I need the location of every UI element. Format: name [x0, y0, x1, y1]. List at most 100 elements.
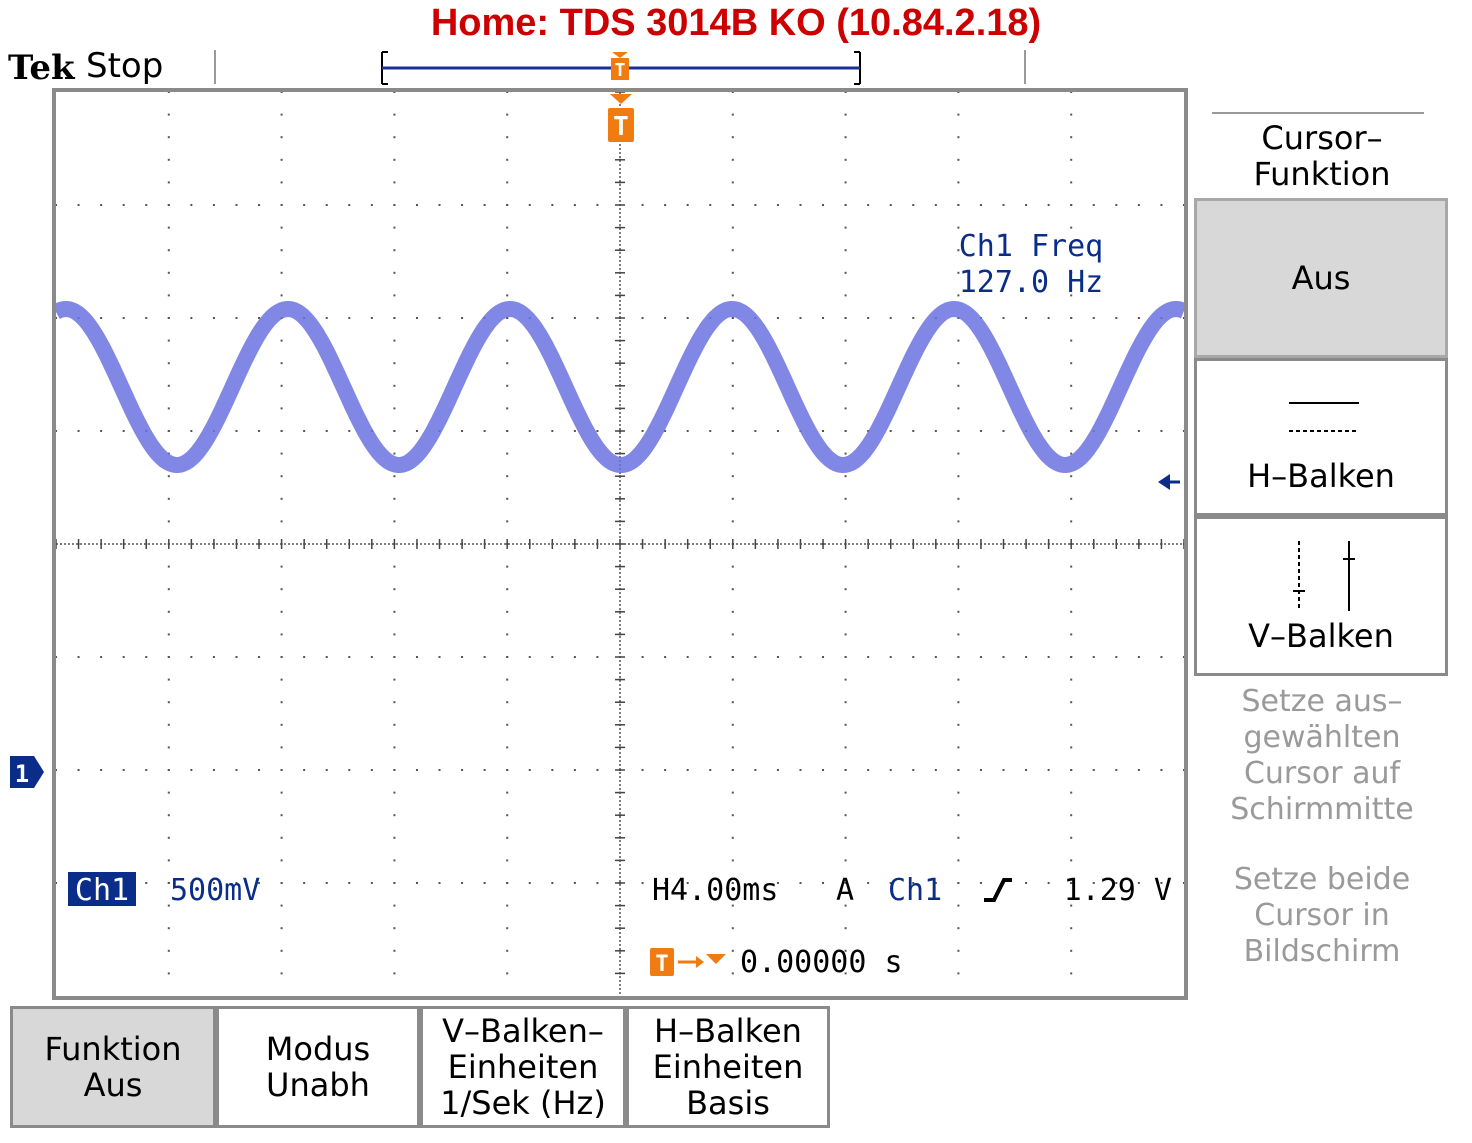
graticule-dot — [1115, 317, 1118, 319]
graticule-dot — [957, 972, 960, 975]
graticule-dot — [844, 384, 847, 387]
graticule-dot — [957, 339, 960, 342]
graticule-dot — [867, 656, 870, 658]
graticule-dot — [641, 204, 644, 206]
graticule-dot — [912, 204, 915, 206]
mode-independent-button[interactable]: Modus Unabh — [216, 1006, 420, 1128]
graticule-dot — [348, 656, 351, 658]
graticule-dot — [686, 430, 689, 432]
graticule-dot — [844, 475, 847, 478]
graticule-dot — [145, 204, 148, 206]
graticule-dot — [1070, 633, 1073, 636]
graticule-dot — [844, 181, 847, 184]
graticule-dot — [393, 362, 396, 365]
graticule-dot — [957, 949, 960, 952]
graticule-dot — [506, 565, 509, 568]
graticule-dot — [844, 678, 847, 681]
graticule-dot — [461, 317, 464, 319]
graticule-dot — [280, 701, 283, 704]
graticule-dot — [393, 882, 396, 884]
graticule-dot — [596, 656, 599, 658]
graticule-dot — [731, 271, 734, 274]
graticule-dot — [325, 882, 328, 884]
graticule-dot — [528, 769, 531, 771]
graticule-dot — [506, 452, 509, 455]
graticule-dot — [844, 136, 847, 139]
graticule-dot — [167, 746, 170, 749]
graticule-dot — [167, 633, 170, 636]
graticule-dot — [731, 656, 734, 658]
graticule-dot — [844, 927, 847, 930]
graticule-dot — [776, 317, 779, 319]
graticule-dot — [393, 836, 396, 839]
graticule-dot — [889, 317, 892, 319]
graticule-dot — [844, 656, 847, 658]
v-bars-button[interactable]: V–Balken — [1194, 516, 1448, 676]
waveform-display[interactable]: T Ch1 Freq 127.0 Hz Ch1 500mV H4.00ms A … — [56, 92, 1184, 996]
graticule-dot — [167, 384, 170, 387]
h-bars-button[interactable]: H–Balken — [1194, 358, 1448, 516]
measurement-value: 127.0 Hz — [959, 265, 1104, 300]
graticule-dot — [979, 430, 982, 432]
graticule-dot — [776, 430, 779, 432]
trigger-mode: A — [836, 873, 854, 908]
graticule-dot — [1070, 972, 1073, 975]
graticule-dot — [1092, 656, 1095, 658]
graticule-dot — [506, 407, 509, 410]
graticule-dot — [979, 882, 982, 884]
graticule-dot — [664, 769, 667, 771]
graticule-dot — [1137, 317, 1140, 319]
graticule-dot — [889, 204, 892, 206]
graticule-dot — [641, 430, 644, 432]
graticule-dot — [483, 430, 486, 432]
graticule-dot — [415, 656, 418, 658]
graticule-dot — [844, 565, 847, 568]
graticule-dot — [889, 656, 892, 658]
svg-text:T: T — [615, 60, 626, 81]
graticule-dot — [393, 158, 396, 161]
v-bar-units-button[interactable]: V–Balken– Einheiten 1/Sek (Hz) — [420, 1006, 626, 1128]
graticule-dot — [731, 339, 734, 342]
graticule-dot — [280, 407, 283, 410]
bottom-button-line: H–Balken — [654, 1012, 802, 1050]
graticule-dot — [844, 113, 847, 116]
graticule-dot — [393, 384, 396, 387]
graticule-dot — [1115, 656, 1118, 658]
bottom-button-line: Einheiten — [652, 1048, 804, 1086]
graticule-dot — [867, 769, 870, 771]
graticule-dot — [731, 113, 734, 116]
graticule-dot — [167, 92, 170, 93]
function-off-button[interactable]: Funktion Aus — [10, 1006, 216, 1128]
trigger-source: Ch1 — [888, 873, 942, 908]
ch1-ground-marker-icon[interactable]: 1 — [8, 754, 58, 794]
graticule-dot — [1025, 204, 1028, 206]
graticule-dot — [280, 430, 283, 432]
graticule-dot — [754, 769, 757, 771]
graticule-dot — [303, 882, 306, 884]
graticule-dot — [731, 633, 734, 636]
graticule-dot — [393, 859, 396, 862]
graticule-dot — [506, 294, 509, 297]
graticule-dot — [145, 882, 148, 884]
graticule-dot — [280, 769, 283, 771]
graticule-dot — [100, 769, 103, 771]
graticule-dot — [1160, 769, 1163, 771]
graticule-dot — [280, 949, 283, 952]
graticule-dot — [393, 430, 396, 432]
cursor-off-button[interactable]: Aus — [1194, 198, 1448, 358]
h-bar-units-button[interactable]: H–Balken Einheiten Basis — [626, 1006, 830, 1128]
graticule-dot — [393, 204, 396, 206]
graticule-dot — [1070, 136, 1073, 139]
graticule-dot — [709, 430, 712, 432]
graticule-dot — [325, 317, 328, 319]
graticule-dot — [867, 882, 870, 884]
graticule-dot — [506, 113, 509, 116]
graticule-dot — [348, 430, 351, 432]
graticule-dot — [1070, 430, 1073, 432]
graticule-dot — [1047, 882, 1050, 884]
graticule-dot — [528, 656, 531, 658]
graticule-dot — [506, 723, 509, 726]
graticule-dot — [844, 497, 847, 500]
graticule-dot — [844, 814, 847, 817]
graticule-dot — [393, 452, 396, 455]
